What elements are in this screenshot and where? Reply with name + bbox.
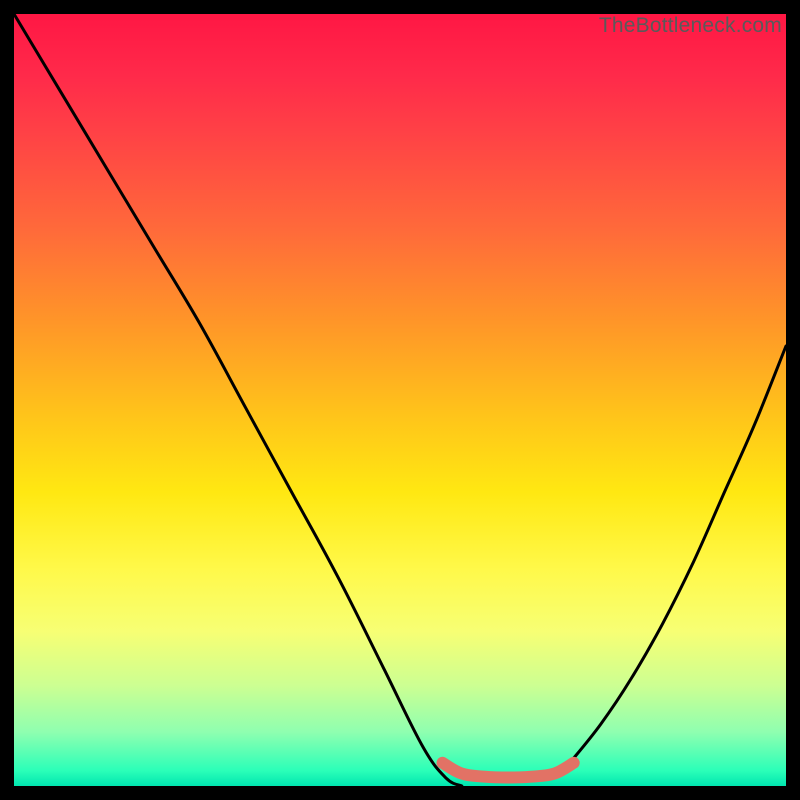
valley-floor-marker (443, 763, 574, 778)
watermark-text: TheBottleneck.com (599, 14, 782, 38)
left-curve (14, 14, 462, 786)
right-curve (570, 346, 786, 763)
plot-area: TheBottleneck.com (14, 14, 786, 786)
chart-frame: TheBottleneck.com (14, 14, 786, 786)
curves-layer (14, 14, 786, 786)
